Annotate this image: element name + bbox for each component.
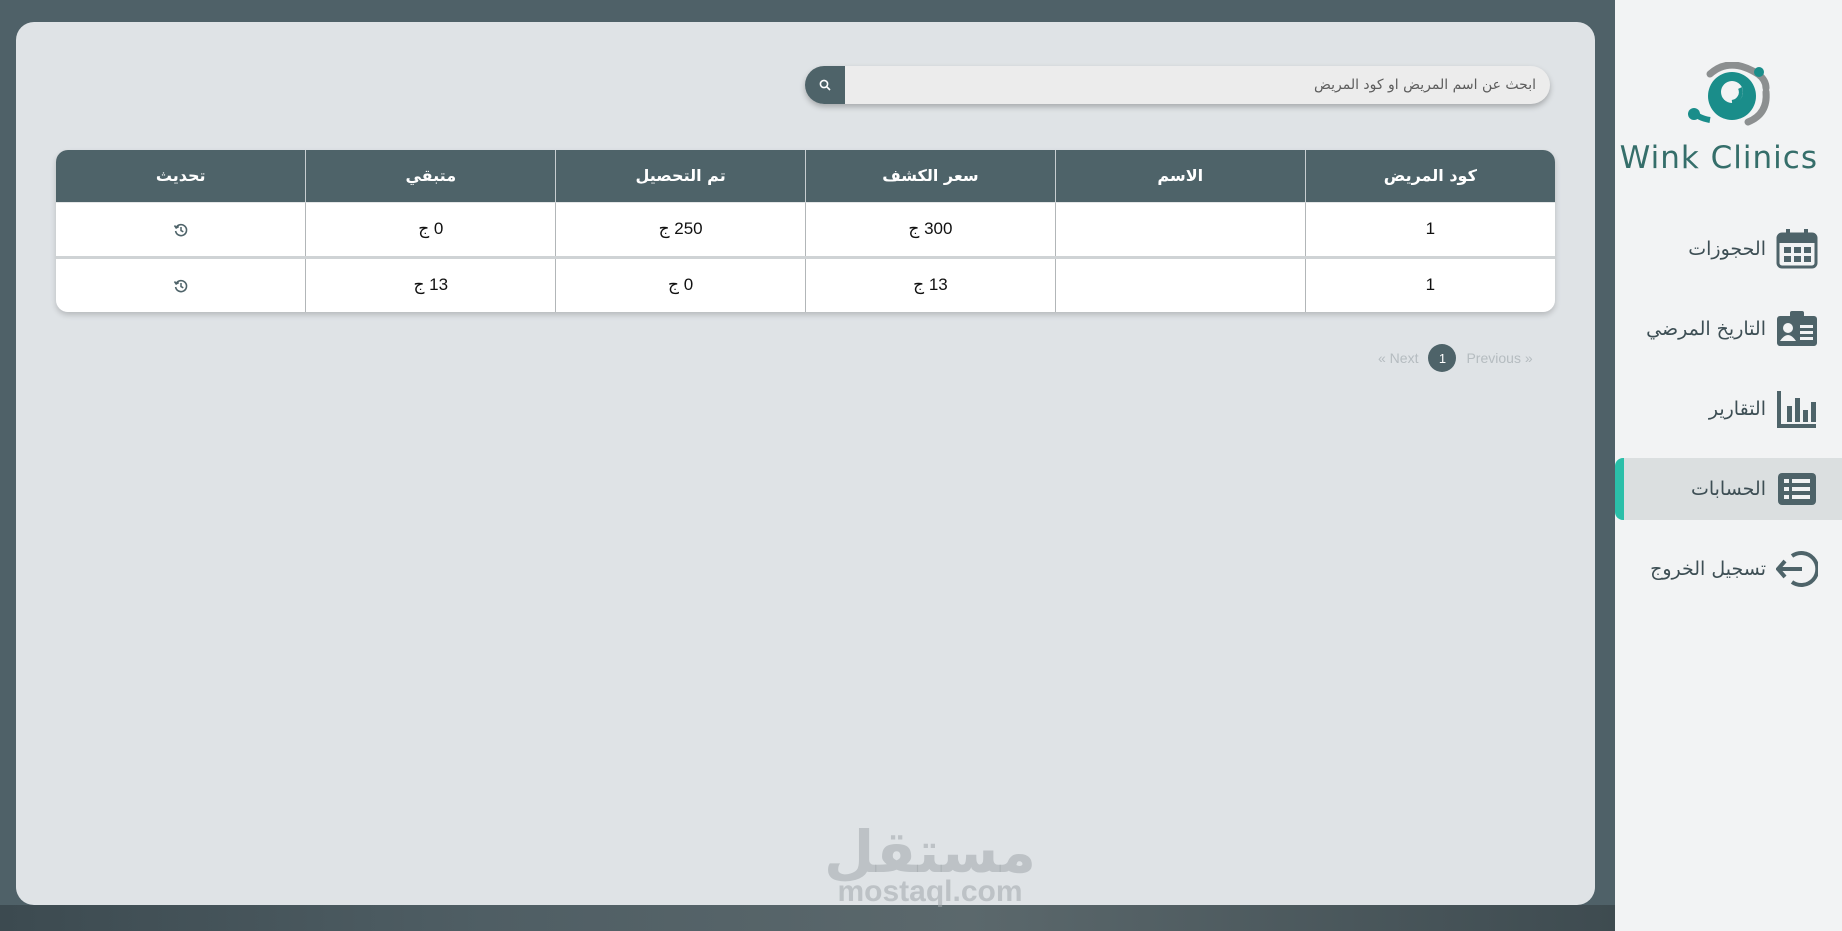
- sidebar-item-bookings[interactable]: الحجوزات: [1615, 218, 1842, 280]
- logo: Wink Clinics: [1615, 62, 1842, 182]
- cell-remaining: 0 ج: [305, 201, 556, 257]
- main-panel: كود المريض الاسم سعر الكشف تم التحصيل مت…: [16, 22, 1595, 908]
- sidebar-item-label: الحسابات: [1690, 478, 1766, 500]
- cell-patient-code: 1: [1304, 201, 1555, 257]
- list-icon: [1776, 468, 1818, 510]
- sidebar-item-label: تسجيل الخروج: [1650, 558, 1766, 580]
- calendar-icon: [1776, 228, 1818, 270]
- search-input[interactable]: [846, 66, 1536, 104]
- logo-text: Wink Clinics: [1619, 140, 1818, 176]
- sidebar: Wink Clinics الحجوزات التاريخ المرضي الت…: [1615, 0, 1842, 931]
- sidebar-item-label: الحجوزات: [1688, 238, 1766, 260]
- watermark-latin: mostaql.com: [837, 875, 1023, 908]
- background-strip: [0, 905, 1615, 931]
- column-header-patient-code: كود المريض: [1304, 150, 1555, 202]
- bar-chart-icon: [1776, 388, 1818, 430]
- previous-page-link[interactable]: Previous »: [1466, 350, 1532, 366]
- watermark-arabic: مستقل: [823, 818, 1037, 886]
- next-page-link[interactable]: « Next: [1378, 350, 1418, 366]
- logo-icon: [1688, 62, 1770, 126]
- sidebar-item-label: التاريخ المرضي: [1646, 318, 1766, 340]
- search-icon: [819, 79, 831, 91]
- column-header-fee: سعر الكشف: [805, 150, 1056, 202]
- sidebar-nav: الحجوزات التاريخ المرضي التقارير الحسابا…: [1615, 218, 1842, 618]
- cell-update: [56, 255, 306, 312]
- cell-fee: 13 ج: [805, 255, 1056, 312]
- page-number-current[interactable]: 1: [1428, 344, 1457, 372]
- cell-collected: 250 ج: [555, 201, 806, 257]
- table-row: 1 300 ج 250 ج 0 ج: [56, 201, 1555, 257]
- sidebar-item-accounts[interactable]: الحسابات: [1615, 458, 1842, 520]
- cell-patient-code: 1: [1304, 255, 1555, 312]
- column-header-collected: تم التحصيل: [555, 150, 806, 202]
- table-row: 1 13 ج 0 ج 13 ج: [56, 255, 1555, 312]
- id-card-icon: [1776, 308, 1818, 350]
- cell-remaining: 13 ج: [305, 255, 556, 312]
- search-button[interactable]: [805, 66, 845, 104]
- cell-update: [56, 201, 306, 257]
- cell-name: [1054, 201, 1306, 257]
- accounts-table: كود المريض الاسم سعر الكشف تم التحصيل مت…: [56, 150, 1555, 312]
- table-header-row: كود المريض الاسم سعر الكشف تم التحصيل مت…: [56, 150, 1555, 202]
- sidebar-item-logout[interactable]: تسجيل الخروج: [1615, 538, 1842, 600]
- sidebar-item-label: التقارير: [1708, 398, 1766, 420]
- column-header-remaining: متبقي: [305, 150, 556, 202]
- sidebar-item-medical-history[interactable]: التاريخ المرضي: [1615, 298, 1842, 360]
- watermark: مستقل mostaql.com: [810, 822, 1050, 908]
- sidebar-item-reports[interactable]: التقارير: [1615, 378, 1842, 440]
- cell-fee: 300 ج: [805, 201, 1056, 257]
- cell-name: [1054, 255, 1306, 312]
- search-bar: [805, 66, 1550, 104]
- column-header-update: تحديث: [56, 150, 306, 202]
- history-icon[interactable]: [173, 222, 189, 238]
- column-header-name: الاسم: [1054, 150, 1306, 202]
- pagination: « Next 1 Previous »: [1378, 344, 1533, 372]
- history-icon[interactable]: [173, 278, 189, 294]
- cell-collected: 0 ج: [555, 255, 806, 312]
- logout-icon: [1776, 548, 1818, 590]
